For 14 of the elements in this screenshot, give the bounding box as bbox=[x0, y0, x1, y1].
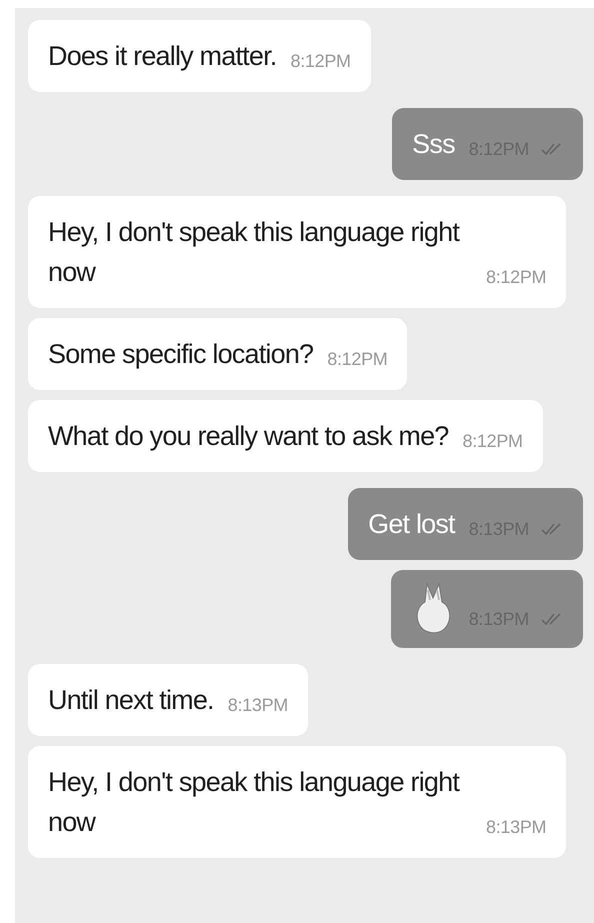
message-text: Sss bbox=[412, 128, 455, 161]
message-time: 8:13PM bbox=[228, 694, 288, 717]
message-time: 8:12PM bbox=[327, 348, 388, 371]
message-text: Does it really matter. bbox=[48, 40, 276, 73]
message-text: Until next time. bbox=[48, 684, 214, 717]
message-time: 8:12PM bbox=[290, 50, 351, 73]
message-time: 8:13PM bbox=[486, 816, 546, 839]
message-text: Hey, I don't speak this language right now bbox=[48, 766, 461, 839]
message-text: Get lost bbox=[368, 508, 455, 541]
message-text: Some specific location? bbox=[48, 338, 314, 371]
message-text: Hey, I don't speak this language right now bbox=[48, 216, 461, 289]
message-text: What do you really want to ask me? bbox=[48, 420, 449, 453]
message-time: 8:12PM bbox=[462, 430, 523, 453]
message-time: 8:12PM bbox=[486, 266, 546, 289]
